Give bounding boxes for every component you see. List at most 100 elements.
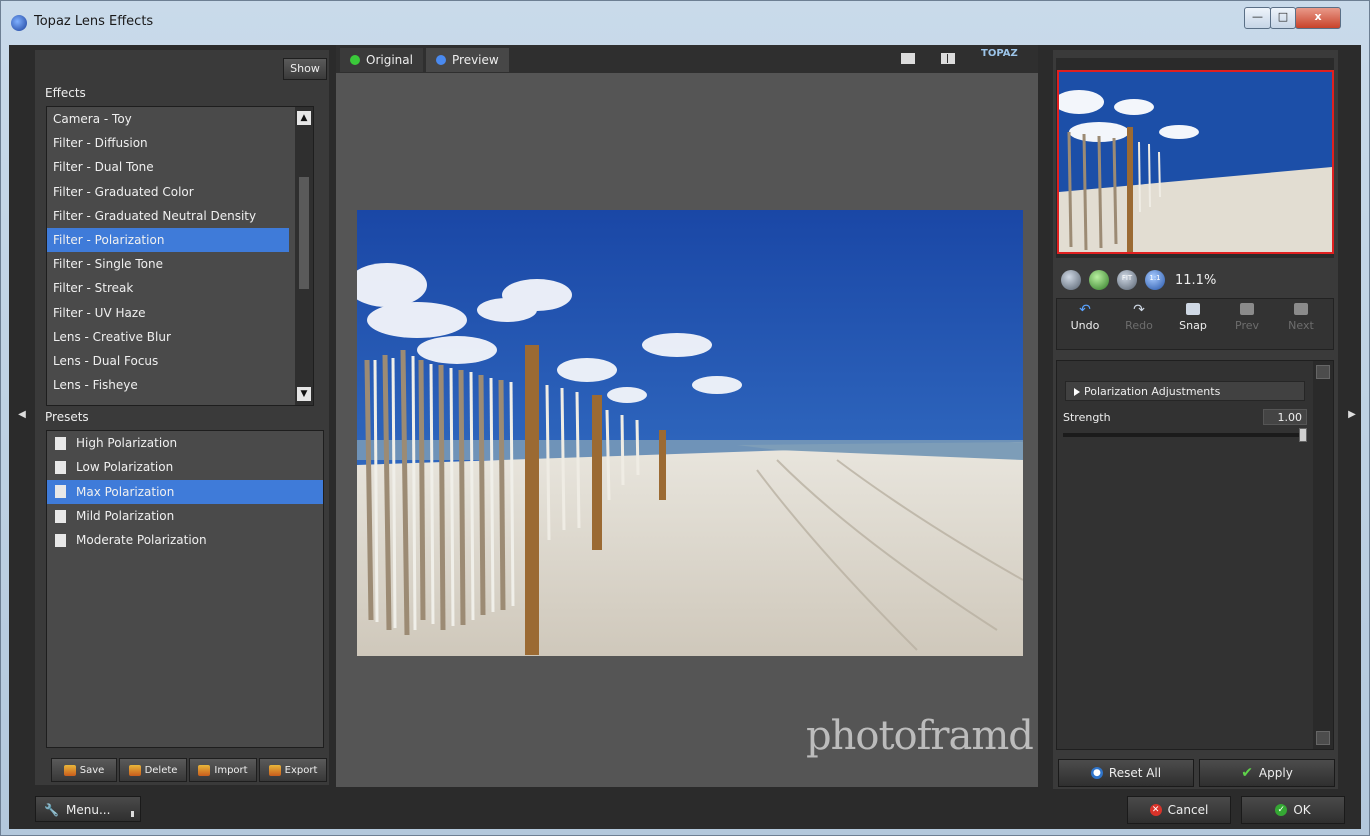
apply-label: Apply (1258, 766, 1293, 780)
adjustments-scrollbar[interactable] (1313, 361, 1333, 749)
close-button[interactable]: x (1295, 7, 1341, 29)
export-preset-button[interactable]: Export (259, 758, 327, 782)
preset-label: Max Polarization (76, 484, 175, 499)
scroll-up-icon[interactable]: ▲ (297, 111, 311, 125)
snap-button[interactable]: Snap (1171, 303, 1215, 332)
effect-item[interactable]: Filter - Streak (47, 276, 289, 300)
left-panel: Show Effects Camera - Toy Filter - Diffus… (35, 50, 329, 785)
strength-slider-handle[interactable] (1299, 428, 1307, 442)
snap-label: Snap (1179, 319, 1207, 332)
effect-item[interactable]: Filter - Dual Tone (47, 155, 289, 179)
polarization-section-header[interactable]: Polarization Adjustments (1065, 381, 1305, 401)
prev-label: Prev (1235, 319, 1259, 332)
presets-label: Presets (45, 410, 89, 424)
redo-label: Redo (1125, 319, 1153, 332)
menu-button[interactable]: 🔧 Menu... (35, 796, 141, 822)
scroll-down-icon[interactable] (1316, 731, 1330, 745)
document-icon (55, 533, 66, 547)
strength-input[interactable]: 1.00 (1263, 409, 1307, 425)
effect-item[interactable]: Filter - Graduated Color (47, 180, 289, 204)
preset-item[interactable]: Mild Polarization (47, 504, 323, 528)
document-icon (55, 460, 66, 474)
effect-item[interactable]: Filter - Diffusion (47, 131, 289, 155)
cancel-label: Cancel (1167, 803, 1209, 817)
import-label: Import (214, 764, 248, 776)
effect-item[interactable]: Lens - Creative Blur (47, 325, 289, 349)
preset-item[interactable]: Moderate Polarization (47, 528, 323, 552)
zoom-fit-button[interactable]: FIT (1117, 270, 1137, 290)
scroll-thumb[interactable] (299, 177, 309, 289)
prev-snapshot-icon (1240, 303, 1254, 315)
gift-icon (128, 764, 141, 776)
preset-label: Low Polarization (76, 460, 174, 475)
ok-button[interactable]: ✓ OK (1241, 796, 1345, 824)
title-bar: Topaz Lens Effects — □ x (1, 1, 1369, 41)
preview-image[interactable] (357, 210, 1023, 656)
minimize-button[interactable]: — (1244, 7, 1271, 29)
document-icon (55, 509, 66, 523)
beach-photo (357, 210, 1023, 656)
effect-item[interactable]: Filter - UV Haze (47, 301, 289, 325)
effects-items: Camera - Toy Filter - Diffusion Filter - D… (47, 107, 313, 397)
strength-label: Strength (1063, 411, 1111, 424)
scroll-up-icon[interactable] (1316, 365, 1330, 379)
effect-item[interactable]: Filter - Polarization (47, 227, 289, 253)
gift-icon (268, 764, 281, 776)
right-panel: FIT 1:1 11.1% ↶ Undo ↷ Redo Snap Prev Next… (1053, 50, 1338, 790)
show-button[interactable]: Show (283, 58, 327, 80)
save-label: Save (79, 764, 105, 776)
zoom-out-icon[interactable] (1061, 270, 1081, 290)
single-view-icon[interactable] (901, 53, 915, 64)
gift-icon (198, 764, 211, 776)
zoom-1to1-button[interactable]: 1:1 (1145, 270, 1165, 290)
zoom-fit-label: FIT (1121, 274, 1133, 282)
ok-check-icon: ✓ (1275, 804, 1288, 816)
cancel-button[interactable]: ✕ Cancel (1127, 796, 1231, 824)
zoom-1to1-label: 1:1 (1149, 274, 1161, 282)
next-snapshot-icon (1294, 303, 1308, 315)
effect-item[interactable]: Filter - Single Tone (47, 252, 289, 276)
zoom-in-icon[interactable] (1089, 270, 1109, 290)
import-preset-button[interactable]: Import (189, 758, 257, 782)
next-button[interactable]: Next (1279, 303, 1323, 332)
bottom-bar: 🔧 Menu... ✕ Cancel ✓ OK (9, 789, 1361, 829)
export-label: Export (284, 764, 318, 776)
maximize-icon: □ (1277, 10, 1289, 23)
presets-list: High Polarization Low Polarization Max Pol… (46, 430, 324, 748)
preset-item[interactable]: Low Polarization (47, 455, 323, 479)
delete-preset-button[interactable]: Delete (119, 758, 187, 782)
prev-button[interactable]: Prev (1225, 303, 1269, 332)
effect-item[interactable]: Lens - Fisheye (47, 373, 289, 397)
preset-item[interactable]: Max Polarization (47, 479, 323, 504)
undo-button[interactable]: ↶ Undo (1063, 303, 1107, 332)
navigator-frame (1056, 58, 1334, 258)
cancel-x-icon: ✕ (1149, 804, 1162, 816)
effect-item[interactable]: Filter - Graduated Neutral Density (47, 204, 289, 228)
save-preset-button[interactable]: Save (51, 758, 117, 782)
tab-preview[interactable]: Preview (426, 48, 509, 72)
collapse-left-arrow-icon[interactable]: ◀ (17, 405, 27, 425)
effects-scrollbar[interactable]: ▲ ▼ (295, 107, 313, 405)
scroll-down-icon[interactable]: ▼ (297, 387, 311, 401)
strength-slider[interactable] (1063, 428, 1307, 442)
effect-item[interactable]: Lens - Dual Focus (47, 349, 289, 373)
preview-area: Original Preview TOPAZ photoframd (336, 45, 1038, 787)
effect-item[interactable]: Camera - Toy (47, 107, 289, 131)
document-icon (55, 436, 66, 450)
apply-button[interactable]: ✔ Apply (1199, 759, 1335, 787)
blue-dot-icon (436, 55, 446, 65)
tab-original[interactable]: Original (340, 48, 423, 72)
preset-item[interactable]: High Polarization (47, 431, 323, 455)
minimize-icon: — (1252, 10, 1263, 23)
menu-label: Menu... (66, 803, 111, 817)
gift-icon (63, 764, 76, 776)
topaz-app-icon (11, 15, 27, 31)
document-icon (55, 485, 66, 499)
close-icon: x (1314, 10, 1322, 23)
reset-all-button[interactable]: ● Reset All (1058, 759, 1194, 787)
split-view-icon[interactable] (941, 53, 955, 64)
maximize-button[interactable]: □ (1270, 7, 1296, 29)
navigator-thumbnail[interactable] (1057, 70, 1334, 254)
redo-button[interactable]: ↷ Redo (1117, 303, 1161, 332)
collapse-right-arrow-icon[interactable]: ▶ (1347, 405, 1357, 425)
